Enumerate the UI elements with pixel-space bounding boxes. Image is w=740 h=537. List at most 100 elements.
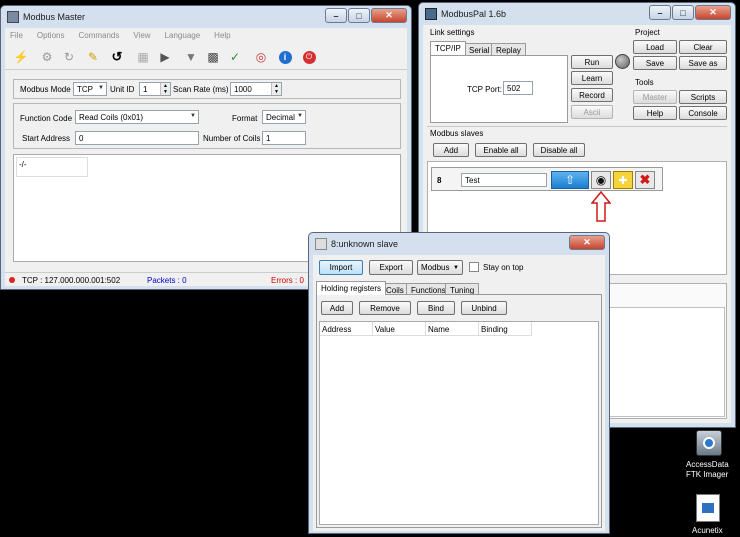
- slave-window: 8:unknown slave ✕ Import Export Modbus ▼ …: [308, 232, 610, 534]
- tcp-port-input[interactable]: 502: [503, 81, 533, 95]
- slave-client: Import Export Modbus ▼ Stay on top Holdin…: [313, 255, 605, 531]
- desktop-label: Acunetix: [692, 526, 723, 535]
- divider: [427, 126, 727, 127]
- unit-id-value: 1: [143, 85, 148, 94]
- unit-id-label: Unit ID: [110, 85, 135, 94]
- bind-button[interactable]: Bind: [417, 301, 455, 315]
- close-button[interactable]: ✕: [371, 8, 407, 23]
- export-button[interactable]: Export: [369, 260, 413, 275]
- add-slave-button[interactable]: Add: [433, 143, 469, 157]
- format-select[interactable]: Decimal: [262, 110, 306, 124]
- menu-options[interactable]: Options: [37, 31, 65, 40]
- column-value[interactable]: Value: [373, 322, 426, 335]
- scan-rate-value: 1000: [234, 85, 252, 94]
- scan-rate-input[interactable]: 1000 ▲ ▼: [230, 82, 282, 96]
- puzzle-icon[interactable]: ✚: [613, 171, 633, 189]
- function-code-label: Function Code: [20, 114, 73, 123]
- number-of-coils-input[interactable]: 1: [262, 131, 306, 145]
- chevron-down-icon: ▼: [453, 264, 459, 271]
- tab-tcp-ip[interactable]: TCP/IP: [430, 41, 466, 55]
- pal-title: ModbusPal 1.6b: [441, 9, 507, 19]
- import-button[interactable]: Import: [319, 260, 363, 275]
- spinner-icon[interactable]: ▲ ▼: [271, 83, 281, 95]
- document-icon: [696, 494, 720, 522]
- menu-help[interactable]: Help: [214, 31, 230, 40]
- filter-icon[interactable]: ▼: [183, 49, 199, 65]
- master-titlebar[interactable]: Modbus Master – □ ✕: [1, 6, 411, 28]
- reset-icon[interactable]: ↻: [61, 49, 77, 65]
- close-button[interactable]: ✕: [695, 5, 731, 20]
- record-button[interactable]: Record: [571, 88, 613, 102]
- unit-id-input[interactable]: 1 ▲ ▼: [139, 82, 171, 96]
- protocol-select[interactable]: Modbus ▼: [417, 260, 463, 275]
- status-light-icon: [615, 54, 630, 69]
- disconnect-icon[interactable]: ⚙: [39, 49, 55, 65]
- stay-on-top-checkbox[interactable]: [469, 262, 479, 272]
- help-button[interactable]: Help: [633, 106, 677, 120]
- save-as-button[interactable]: Save as: [679, 56, 727, 70]
- minimize-button[interactable]: –: [325, 8, 347, 23]
- disable-all-button[interactable]: Disable all: [533, 143, 585, 157]
- number-of-coils-label: Number of Coils: [203, 134, 261, 143]
- desktop-icon-acunetix[interactable]: Acunetix: [680, 492, 738, 536]
- app-icon: [315, 238, 327, 250]
- remove-button[interactable]: Remove: [359, 301, 411, 315]
- save-icon[interactable]: ▩: [205, 49, 221, 65]
- mode-select[interactable]: TCP: [73, 82, 107, 96]
- menu-commands[interactable]: Commands: [78, 31, 119, 40]
- slave-name-input[interactable]: Test: [461, 173, 547, 187]
- format-label: Format: [232, 114, 258, 123]
- scripts-button[interactable]: Scripts: [679, 90, 727, 104]
- function-code-select[interactable]: Read Coils (0x01): [75, 110, 199, 124]
- menu-view[interactable]: View: [133, 31, 150, 40]
- refresh-icon[interactable]: ↺: [109, 49, 125, 65]
- registers-table[interactable]: Address Value Name Binding: [319, 321, 599, 525]
- master-button[interactable]: Master: [633, 90, 677, 104]
- start-address-label: Start Address: [22, 134, 71, 143]
- errors-status: Errors : 0: [271, 276, 304, 285]
- project-label: Project: [635, 28, 660, 37]
- connect-icon[interactable]: ⚡: [13, 49, 29, 65]
- app-icon: [7, 11, 19, 23]
- help-ring-icon[interactable]: ◎: [253, 49, 269, 65]
- eye-icon[interactable]: ◉: [591, 171, 611, 189]
- delete-icon[interactable]: ✖: [635, 171, 655, 189]
- document-icon[interactable]: ▦: [135, 49, 151, 65]
- ascii-button[interactable]: Ascii: [571, 105, 613, 119]
- console-button[interactable]: Console: [679, 106, 727, 120]
- close-button[interactable]: ✕: [569, 235, 605, 250]
- maximize-button[interactable]: □: [672, 5, 694, 20]
- power-icon[interactable]: ⏻: [301, 49, 317, 65]
- column-name[interactable]: Name: [426, 322, 479, 335]
- menu-bar: File Options Commands View Language Help: [5, 28, 407, 42]
- start-address-input[interactable]: 0: [75, 131, 199, 145]
- minimize-button[interactable]: –: [649, 5, 671, 20]
- run-button[interactable]: Run: [571, 55, 613, 69]
- slave-title: 8:unknown slave: [331, 239, 399, 249]
- desktop-icon-accessdata[interactable]: AccessData FTK Imager: [680, 428, 738, 480]
- enable-all-button[interactable]: Enable all: [475, 143, 527, 157]
- spinner-icon[interactable]: ▲ ▼: [160, 83, 170, 95]
- info-icon[interactable]: i: [277, 49, 293, 65]
- pal-titlebar[interactable]: ModbusPal 1.6b – □ ✕: [419, 3, 735, 25]
- learn-button[interactable]: Learn: [571, 71, 613, 85]
- menu-language[interactable]: Language: [165, 31, 201, 40]
- upload-icon[interactable]: ⇧: [551, 171, 589, 189]
- add-register-button[interactable]: Add: [321, 301, 353, 315]
- monitor-icon[interactable]: ▶: [157, 49, 173, 65]
- maximize-button[interactable]: □: [348, 8, 370, 23]
- slave-titlebar[interactable]: 8:unknown slave ✕: [309, 233, 609, 255]
- menu-file[interactable]: File: [10, 31, 23, 40]
- column-binding[interactable]: Binding: [479, 322, 532, 335]
- tab-holding-registers[interactable]: Holding registers: [316, 281, 387, 295]
- check-icon[interactable]: ✓: [227, 49, 243, 65]
- unbind-button[interactable]: Unbind: [461, 301, 507, 315]
- clear-button[interactable]: Clear: [679, 40, 727, 54]
- connection-status: TCP : 127.000.000.001:502: [22, 276, 121, 285]
- tools-label: Tools: [635, 78, 654, 87]
- save-button[interactable]: Save: [633, 56, 677, 70]
- column-address[interactable]: Address: [320, 322, 373, 335]
- app-icon: [425, 8, 437, 20]
- clear-icon[interactable]: ✎: [85, 49, 101, 65]
- load-button[interactable]: Load: [633, 40, 677, 54]
